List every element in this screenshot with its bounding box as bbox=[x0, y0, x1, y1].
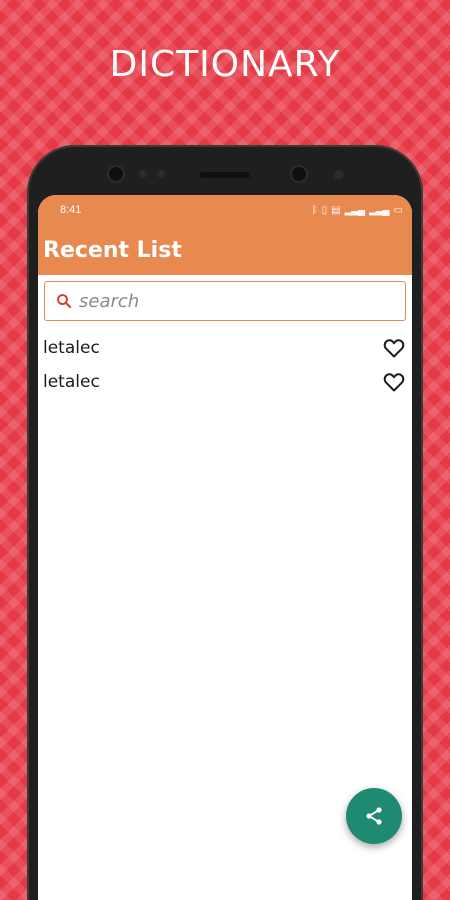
list-item[interactable]: letalec bbox=[38, 365, 412, 399]
vibrate-icon: ▯ bbox=[321, 204, 327, 216]
list-item[interactable]: letalec bbox=[38, 331, 412, 365]
search-icon bbox=[57, 294, 72, 309]
share-button[interactable] bbox=[346, 788, 402, 844]
signal-icon: ▂▃▄ bbox=[369, 204, 389, 216]
share-icon bbox=[366, 807, 382, 825]
status-icons: ᛒ ▯ ▤ ▂▃▄ ▂▃▄ ▭ bbox=[311, 204, 404, 216]
search-box[interactable] bbox=[44, 281, 406, 321]
search-wrapper bbox=[38, 275, 412, 321]
status-bar: 8:41 ᛒ ▯ ▤ ▂▃▄ ▂▃▄ ▭ bbox=[38, 195, 412, 225]
heart-icon[interactable] bbox=[382, 336, 406, 360]
app-bar: Recent List bbox=[38, 225, 412, 275]
page-title: Recent List bbox=[43, 237, 182, 263]
battery-icon: ▭ bbox=[393, 204, 404, 216]
list-item-label: letalec bbox=[43, 338, 100, 358]
signal-icon: ▂▃▄ bbox=[344, 204, 365, 216]
recent-list: letalec letalec bbox=[38, 331, 412, 399]
search-input[interactable] bbox=[77, 289, 381, 313]
sensor-dot-icon bbox=[334, 170, 344, 180]
secondary-camera-icon bbox=[292, 167, 306, 181]
volte-icon: ▤ bbox=[331, 204, 341, 216]
bluetooth-icon: ᛒ bbox=[311, 204, 318, 216]
status-time: 8:41 bbox=[60, 204, 82, 216]
phone-frame: 8:41 ᛒ ▯ ▤ ▂▃▄ ▂▃▄ ▭ Recent List search … bbox=[27, 145, 423, 900]
promo-title: DICTIONARY bbox=[109, 44, 341, 85]
earpiece-speaker bbox=[200, 172, 250, 178]
heart-icon[interactable] bbox=[382, 370, 406, 394]
proximity-sensor-icon bbox=[139, 170, 147, 178]
phone-top-bezel bbox=[27, 145, 423, 195]
light-sensor-icon bbox=[157, 170, 165, 178]
front-camera-icon bbox=[109, 167, 123, 181]
app-screen: 8:41 ᛒ ▯ ▤ ▂▃▄ ▂▃▄ ▭ Recent List search … bbox=[38, 195, 412, 900]
list-item-label: letalec bbox=[43, 372, 100, 392]
